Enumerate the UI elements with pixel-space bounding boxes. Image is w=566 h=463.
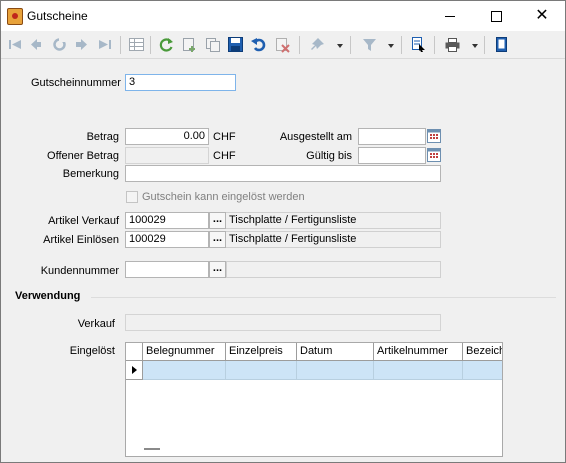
next-record-icon[interactable] [73, 36, 90, 53]
article-sale-description: Tischplatte / Fertigunsliste [226, 212, 441, 229]
close-button[interactable]: ✕ [519, 1, 565, 31]
toolbar-separator [299, 36, 300, 54]
redeemable-checkbox[interactable] [126, 191, 138, 203]
column-header-datum[interactable]: Datum [297, 343, 374, 360]
article-redeem-field[interactable]: 100029 [125, 231, 209, 248]
undo-icon[interactable] [250, 36, 267, 53]
last-record-icon[interactable] [96, 36, 113, 53]
article-redeem-description: Tischplatte / Fertigunsliste [226, 231, 441, 248]
table-cell[interactable] [143, 361, 226, 380]
current-row-indicator-icon [126, 361, 143, 380]
amount-currency: CHF [213, 131, 236, 143]
horizontal-scrollbar[interactable] [144, 448, 160, 450]
customer-lookup-button[interactable]: ... [209, 261, 226, 278]
remark-field[interactable] [125, 165, 441, 182]
table-cell[interactable] [297, 361, 374, 380]
remark-label: Bemerkung [62, 168, 119, 180]
redeemed-grid[interactable]: Belegnummer Einzelpreis Datum Artikelnum… [125, 342, 503, 457]
grid-header: Belegnummer Einzelpreis Datum Artikelnum… [126, 343, 502, 361]
toolbar [1, 31, 565, 59]
valid-until-field[interactable] [358, 147, 426, 164]
open-amount-label: Offener Betrag [47, 150, 119, 162]
article-sale-field[interactable]: 100029 [125, 212, 209, 229]
toolbar-separator [120, 36, 121, 54]
column-header-artikelnummer[interactable]: Artikelnummer [374, 343, 463, 360]
gutscheine-window: Gutscheine ✕ Gutscheinnummer 3 Betrag 0.… [0, 0, 566, 463]
amount-label: Betrag [86, 131, 119, 143]
sale-field [125, 314, 441, 331]
notes-icon[interactable] [493, 36, 510, 53]
minimize-button[interactable] [427, 1, 473, 31]
window-title: Gutscheine [27, 9, 88, 23]
filter-dropdown-arrow[interactable] [388, 44, 394, 48]
voucher-app-icon [7, 8, 23, 25]
grid-corner [126, 343, 143, 360]
column-header-belegnummer[interactable]: Belegnummer [143, 343, 226, 360]
table-cell[interactable] [374, 361, 463, 380]
refresh-icon[interactable] [158, 36, 175, 53]
search-document-icon[interactable] [410, 36, 427, 53]
print-dropdown-arrow[interactable] [472, 44, 478, 48]
save-icon[interactable] [227, 36, 244, 53]
usage-section-title: Verwendung [15, 290, 81, 302]
issued-date-label: Ausgestellt am [279, 131, 352, 143]
refresh-disabled-icon[interactable] [51, 36, 68, 53]
article-redeem-label: Artikel Einlösen [43, 234, 119, 246]
amount-field[interactable]: 0.00 [125, 128, 209, 145]
table-row[interactable] [126, 361, 502, 380]
toolbar-separator [484, 36, 485, 54]
open-amount-field [125, 147, 209, 164]
article-redeem-lookup-button[interactable]: ... [209, 231, 226, 248]
article-sale-lookup-button[interactable]: ... [209, 212, 226, 229]
delete-icon[interactable] [274, 36, 291, 53]
customer-number-label: Kundennummer [40, 265, 119, 277]
previous-record-icon[interactable] [27, 36, 44, 53]
calendar-icon[interactable] [427, 148, 441, 162]
pin-dropdown-arrow[interactable] [337, 44, 343, 48]
maximize-button[interactable] [473, 1, 519, 31]
sale-label: Verkauf [77, 318, 115, 330]
open-amount-currency: CHF [213, 150, 236, 162]
customer-name-field [226, 261, 441, 278]
title-bar: Gutscheine ✕ [1, 1, 565, 31]
pin-icon[interactable] [309, 36, 326, 53]
valid-until-label: Gültig bis [306, 150, 352, 162]
article-sale-label: Artikel Verkauf [48, 215, 119, 227]
table-cell[interactable] [226, 361, 297, 380]
table-view-icon[interactable] [128, 36, 145, 53]
redeemable-label: Gutschein kann eingelöst werden [142, 191, 305, 203]
toolbar-separator [434, 36, 435, 54]
toolbar-separator [350, 36, 351, 54]
new-record-icon[interactable] [181, 36, 198, 53]
toolbar-separator [150, 36, 151, 54]
first-record-icon[interactable] [7, 36, 24, 53]
print-icon[interactable] [444, 36, 461, 53]
column-header-bezeichnung[interactable]: Bezeich [463, 343, 502, 360]
calendar-icon[interactable] [427, 129, 441, 143]
copy-record-icon[interactable] [204, 36, 221, 53]
toolbar-separator [401, 36, 402, 54]
filter-icon[interactable] [361, 36, 378, 53]
section-divider [91, 297, 556, 298]
voucher-number-field[interactable]: 3 [125, 74, 236, 91]
table-cell[interactable] [463, 361, 502, 380]
redeemed-label: Eingelöst [69, 345, 115, 357]
column-header-einzelpreis[interactable]: Einzelpreis [226, 343, 297, 360]
issued-date-field[interactable] [358, 128, 426, 145]
customer-number-field[interactable] [125, 261, 209, 278]
voucher-number-label: Gutscheinnummer [31, 77, 121, 89]
